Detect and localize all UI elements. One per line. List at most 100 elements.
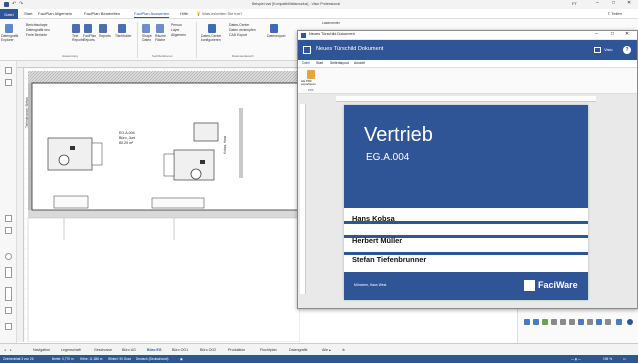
- reports-icon: [99, 24, 107, 33]
- raeume-flaeche-button[interactable]: Räume Fläche: [155, 34, 166, 42]
- connector-tool-icon[interactable]: [5, 227, 12, 234]
- help-icon[interactable]: ?: [623, 46, 631, 54]
- stencil-wall-icon[interactable]: [5, 287, 12, 301]
- popup-title: Neues Türschild Dokument: [309, 32, 355, 36]
- close-icon[interactable]: ✕: [627, 1, 631, 6]
- page-tab-navigation[interactable]: Navigation: [33, 348, 50, 352]
- tool-icon-5[interactable]: [560, 319, 566, 325]
- share-button[interactable]: ⇪ Teilen: [607, 11, 622, 16]
- popup-close-icon[interactable]: ✕: [625, 32, 629, 37]
- location-text: München, Haus West: [354, 283, 387, 287]
- undo-icon[interactable]: ↶: [12, 2, 16, 7]
- popup-maximize-icon[interactable]: □: [611, 32, 614, 37]
- door-sign-canvas: Vertrieb EG.A.004 Hans Kobsa Herbert Mül…: [298, 94, 637, 308]
- tab-hilfe[interactable]: Hilfe: [180, 11, 188, 16]
- tool-icon-9[interactable]: [596, 319, 602, 325]
- tab-scroll-right-icon[interactable]: ▸: [10, 348, 12, 352]
- add-page-icon[interactable]: ⊕: [342, 348, 345, 352]
- visio-label[interactable]: Visio: [604, 48, 613, 52]
- text-reports-icon: [72, 24, 80, 33]
- page-tab-fluchtplan[interactable]: Fluchtplan: [260, 348, 277, 352]
- status-page[interactable]: Zeichenblatt 3 von 26: [3, 357, 33, 361]
- person-name[interactable]: Stefan Tiefenbrunner: [352, 255, 426, 264]
- chair[interactable]: [190, 168, 202, 180]
- tool-icon-1[interactable]: [524, 319, 530, 325]
- page-tab-legenschaft[interactable]: Legenschaft: [61, 348, 81, 352]
- faciplan-reports-button[interactable]: FaciPlan Reports: [83, 34, 96, 42]
- status-language[interactable]: Deutsch (Deutschland): [136, 357, 168, 361]
- stencil-round-icon[interactable]: [5, 253, 12, 260]
- page-tab-datengrafik[interactable]: Datengrafik: [289, 348, 307, 352]
- daten-center-konfigurieren-icon: [208, 24, 216, 33]
- pointer-tool-icon[interactable]: [5, 67, 12, 74]
- page-tab-produktion[interactable]: Produktion: [228, 348, 245, 352]
- page-tab-buero-og2[interactable]: Büro OG2: [200, 348, 216, 352]
- popup-app-icon: [301, 33, 306, 38]
- stencil-door-icon[interactable]: [5, 267, 12, 278]
- redo-icon[interactable]: ↷: [19, 2, 23, 7]
- tab-faciplan-auswerten[interactable]: FaciPlan Auswerten: [134, 11, 170, 18]
- person-name[interactable]: Herbert Müller: [352, 236, 402, 245]
- macro-icon[interactable]: ▣: [180, 357, 183, 361]
- fit-page-icon[interactable]: ⊡: [623, 357, 626, 361]
- save-icon[interactable]: [4, 2, 9, 7]
- floor-plan-canvas[interactable]: EG.A.004 Büro, Juni 80.29 m² Tiefenbrunn…: [24, 68, 300, 342]
- cad-export-button[interactable]: CAD Export: [229, 33, 247, 38]
- tell-me-search[interactable]: 💡 Was möchten Sie tun?: [196, 11, 242, 16]
- popup-tab-start[interactable]: Start: [316, 61, 323, 65]
- datenexport-button[interactable]: Datenexport: [267, 34, 285, 39]
- desk[interactable]: [47, 137, 93, 171]
- stencil-table-icon[interactable]: [5, 323, 12, 330]
- tab-scroll-left-icon[interactable]: ◂: [4, 348, 6, 352]
- account-avatar[interactable]: FT: [572, 2, 577, 6]
- text-tool-icon[interactable]: [5, 79, 12, 86]
- zoom-slider[interactable]: — ▮ —: [571, 357, 581, 361]
- datengrafik-explorer-button[interactable]: Datengrafik Explorer: [1, 34, 18, 42]
- freie-berichte-button[interactable]: Freie Berichte: [26, 33, 47, 38]
- status-zoom[interactable]: 196 %: [603, 357, 612, 361]
- minimize-icon[interactable]: –: [596, 1, 599, 6]
- popup-tab-datei[interactable]: Datei: [302, 61, 310, 65]
- desk[interactable]: [193, 122, 219, 142]
- popup-tab-seitenlayout[interactable]: Seitenlayout: [330, 61, 349, 65]
- popup-tab-ansicht[interactable]: Ansicht: [354, 61, 365, 65]
- tool-icon-10[interactable]: [605, 319, 611, 325]
- tool-icon-4[interactable]: [551, 319, 557, 325]
- tool-icon-2[interactable]: [533, 319, 539, 325]
- tab-faciplan-allgemein[interactable]: FaciPlan Allgemein: [38, 11, 72, 16]
- tischfolder-button[interactable]: Tischfolder: [115, 34, 131, 39]
- lasercenter-button[interactable]: Lasercenter: [322, 21, 340, 26]
- tool-icon-8[interactable]: [587, 319, 593, 325]
- chair[interactable]: [58, 154, 70, 166]
- maximize-icon[interactable]: □: [612, 1, 615, 6]
- info-icon[interactable]: [627, 319, 633, 325]
- reports-button[interactable]: Reports: [99, 34, 111, 39]
- shapes-tool-icon[interactable]: [5, 215, 12, 222]
- tab-start[interactable]: Start: [24, 11, 32, 16]
- page-tab-buero-ug[interactable]: Büro UG: [122, 348, 136, 352]
- page-tab-bar: ◂ ▸ Navigation Legenschaft Geschosse Bür…: [0, 343, 638, 355]
- ribbon-tab-bar: Datei Start FaciPlan Allgemein FaciPlan …: [0, 9, 638, 19]
- tab-datei[interactable]: Datei: [0, 9, 18, 19]
- tool-icon-7[interactable]: [578, 319, 584, 325]
- tab-faciplan-bearbeiten[interactable]: FaciPlan Bearbeiten: [84, 11, 120, 16]
- stencil-window-icon[interactable]: [5, 307, 12, 314]
- page-tab-buero-og1[interactable]: Büro OG1: [172, 348, 188, 352]
- tool-icon-3[interactable]: [542, 319, 548, 325]
- page-tab-geschosse[interactable]: Geschosse: [94, 348, 112, 352]
- person-name[interactable]: Hans Kobsa: [352, 214, 395, 223]
- daten-center-konfigurieren-button[interactable]: Daten-Center konfigurieren: [201, 34, 221, 42]
- popup-minimize-icon[interactable]: –: [595, 32, 598, 37]
- popup-horizontal-ruler: [336, 96, 596, 102]
- tool-icon-6[interactable]: [569, 319, 575, 325]
- allgemein-button[interactable]: Allgemein: [171, 33, 186, 38]
- page-tab-buero-eg[interactable]: Büro EG: [147, 348, 162, 352]
- shape-daten-button[interactable]: Shape Daten: [142, 34, 152, 42]
- page-tab-alle[interactable]: Alle ▴: [322, 348, 331, 352]
- tool-icon-11[interactable]: [616, 319, 622, 325]
- left-tool-panel: [0, 61, 17, 343]
- room-number[interactable]: EG.A.004: [366, 153, 409, 163]
- pdf-export-button[interactable]: Als PDF exportieren: [301, 79, 316, 87]
- door-sign-page[interactable]: Vertrieb EG.A.004 Hans Kobsa Herbert Mül…: [344, 105, 588, 300]
- department-title[interactable]: Vertrieb: [364, 125, 433, 145]
